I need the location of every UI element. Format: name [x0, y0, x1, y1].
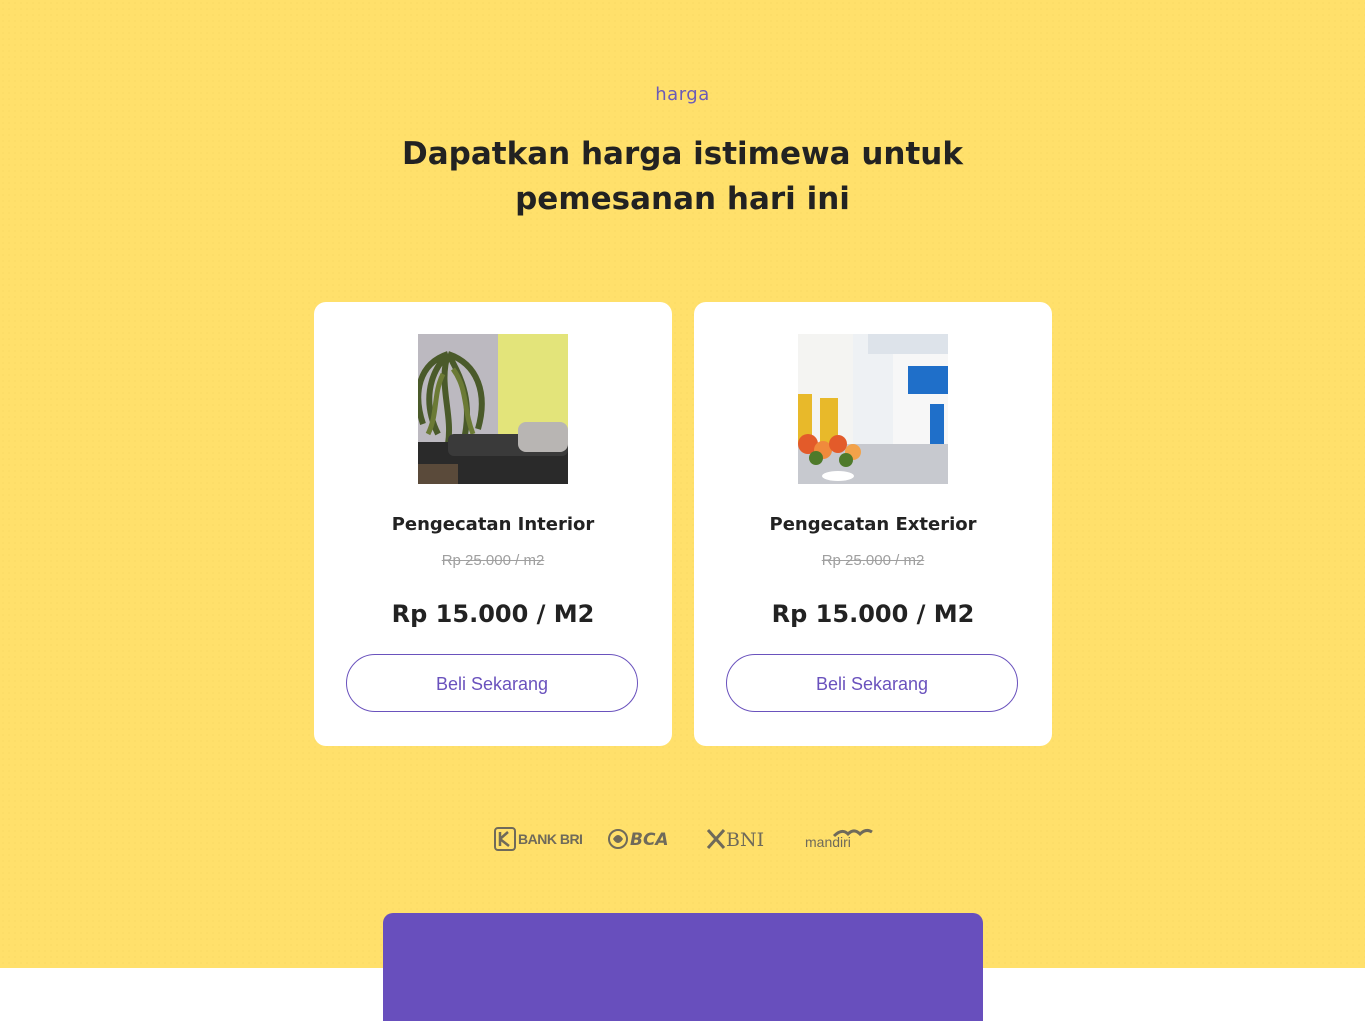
buy-now-button[interactable]: Beli Sekarang	[726, 654, 1018, 712]
cta-panel	[383, 913, 983, 1021]
bank-bni-label: BNI	[726, 829, 764, 851]
section-eyebrow: harga	[655, 84, 710, 105]
pricing-card-exterior: Pengecatan Exterior Rp 25.000 / m2 Rp 15…	[694, 302, 1052, 746]
card-title: Pengecatan Exterior	[769, 514, 977, 535]
bank-bri-logo: BANK BRI	[494, 826, 590, 852]
interior-photo	[418, 334, 568, 484]
buy-now-button[interactable]: Beli Sekarang	[346, 654, 638, 712]
bank-mandiri-logo: mandiri	[804, 826, 874, 852]
card-old-price: Rp 25.000 / m2	[821, 552, 925, 569]
bank-bri-label: BANK BRI	[518, 831, 582, 847]
exterior-photo	[798, 334, 948, 484]
card-price: Rp 15.000 / M2	[771, 600, 975, 628]
section-headline: Dapatkan harga istimewa untuk pemesanan …	[402, 136, 963, 217]
pricing-card-interior: Pengecatan Interior Rp 25.000 / m2 Rp 15…	[314, 302, 672, 746]
card-title: Pengecatan Interior	[391, 514, 595, 535]
card-price: Rp 15.000 / M2	[391, 600, 595, 628]
bank-bni-logo: BNI	[706, 826, 774, 852]
card-old-price: Rp 25.000 / m2	[441, 552, 545, 569]
bank-bca-logo: BCA	[608, 826, 674, 852]
bank-logos: BANK BRI BCA BNI mandiri	[494, 826, 874, 852]
bank-mandiri-label: mandiri	[805, 834, 851, 850]
bank-bca-label: BCA	[630, 830, 669, 850]
